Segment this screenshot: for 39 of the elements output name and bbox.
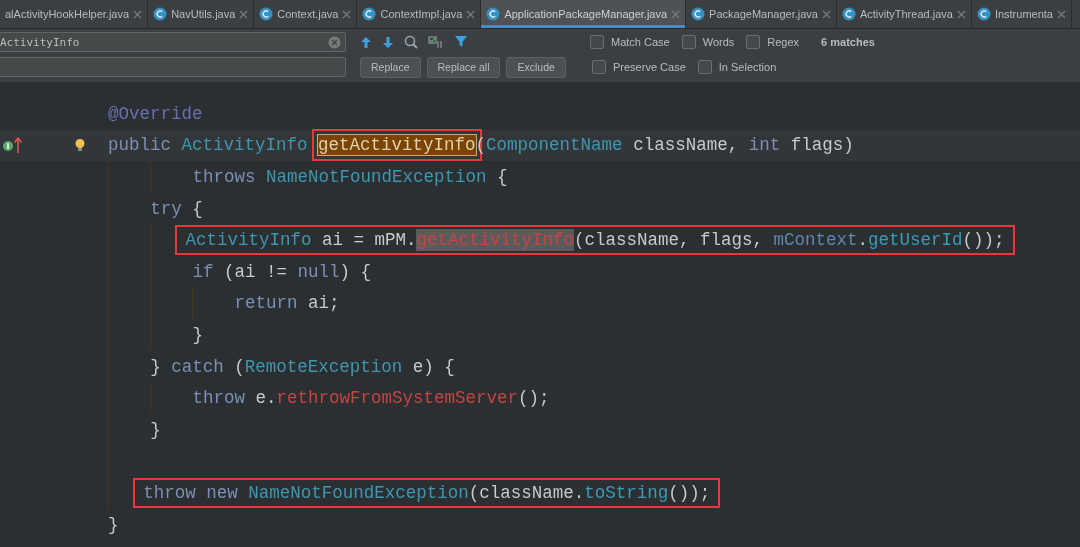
search-field[interactable]: ActivityInfo bbox=[0, 32, 346, 52]
code-line: throw e.rethrowFromSystemServer(); bbox=[192, 387, 550, 410]
search-icon[interactable] bbox=[404, 35, 418, 49]
replace-field[interactable] bbox=[0, 57, 346, 77]
code-line: } bbox=[192, 323, 203, 346]
code-line: return ai; bbox=[234, 292, 340, 315]
close-icon[interactable] bbox=[342, 9, 352, 19]
replace-button[interactable]: Exclude bbox=[506, 56, 566, 78]
replace-button[interactable]: Replace bbox=[360, 56, 421, 78]
option-checkbox[interactable]: Words bbox=[681, 35, 735, 49]
close-icon[interactable] bbox=[466, 9, 476, 19]
option-checkbox[interactable]: Match Case bbox=[590, 35, 670, 49]
code-line: try { bbox=[150, 197, 203, 220]
code-line: } bbox=[150, 418, 161, 441]
code-line: public ActivityInfo getActivityInfo(ComponentName className, int flags) bbox=[108, 129, 854, 162]
arrow-down-icon[interactable] bbox=[382, 35, 394, 49]
close-icon[interactable] bbox=[821, 9, 831, 19]
option-checkbox[interactable]: Preserve Case bbox=[592, 60, 686, 74]
close-icon[interactable] bbox=[1056, 9, 1066, 19]
implements-icon[interactable] bbox=[2, 136, 24, 155]
code-line: } bbox=[108, 513, 119, 536]
select-occurrences-icon[interactable] bbox=[428, 35, 444, 49]
code-line: throws NameNotFoundException { bbox=[192, 166, 508, 188]
replace-button[interactable]: Replace all bbox=[426, 56, 501, 78]
close-icon[interactable] bbox=[239, 9, 249, 19]
close-icon[interactable] bbox=[671, 9, 681, 19]
match-count: 6 matches bbox=[821, 36, 875, 48]
arrow-up-icon[interactable] bbox=[360, 35, 372, 49]
close-icon[interactable] bbox=[956, 9, 966, 19]
file-tab[interactable]: ApplicationPackageManager.java bbox=[481, 0, 687, 28]
code-line: if (ai != null) { bbox=[192, 260, 371, 283]
close-icon[interactable] bbox=[133, 9, 143, 19]
filter-icon[interactable] bbox=[454, 35, 470, 49]
option-checkbox[interactable]: In Selection bbox=[697, 60, 777, 74]
clear-icon[interactable] bbox=[328, 35, 341, 49]
code-line: } catch (RemoteException e) { bbox=[150, 355, 455, 378]
code-line: @Override bbox=[108, 102, 203, 125]
lightbulb-icon[interactable] bbox=[74, 137, 86, 153]
option-checkbox[interactable]: Regex bbox=[746, 35, 800, 49]
